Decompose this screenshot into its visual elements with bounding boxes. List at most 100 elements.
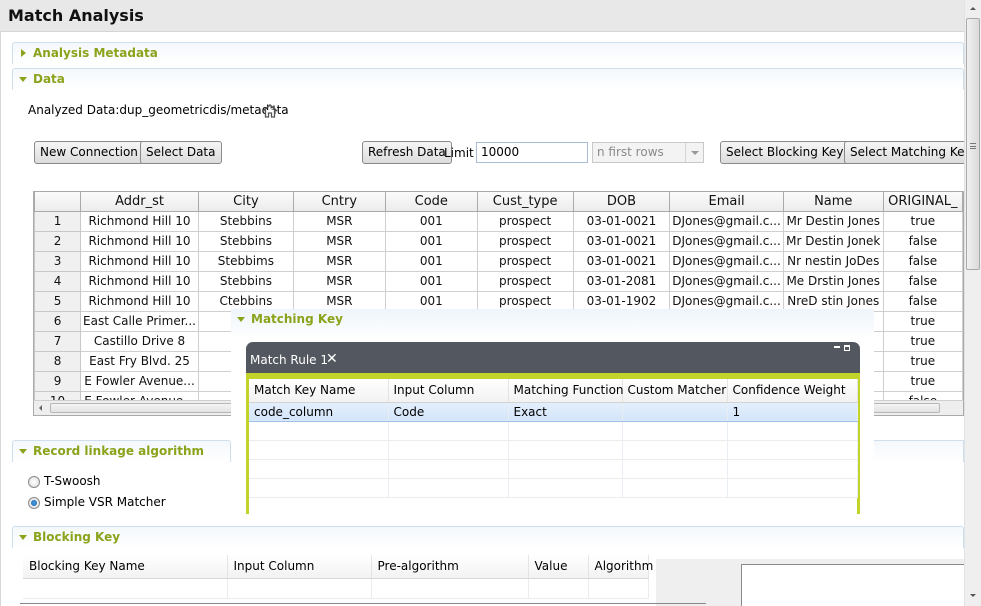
scrollbar-thumb[interactable] xyxy=(966,18,980,270)
expand-arrow-icon[interactable] xyxy=(21,49,26,57)
grid-cell[interactable]: Me Drstin Jones xyxy=(782,270,884,292)
collapse-arrow-icon[interactable] xyxy=(19,449,27,454)
grid-cell[interactable]: 03-01-1902 xyxy=(572,290,671,312)
grid-cell[interactable]: true xyxy=(882,370,963,392)
section-title[interactable]: Analysis Metadata xyxy=(33,46,158,60)
row-mode-select[interactable]: n first rows xyxy=(592,142,704,163)
refresh-data-button[interactable]: Refresh Data xyxy=(362,141,452,164)
collapse-arrow-icon[interactable] xyxy=(19,77,27,82)
section-title[interactable]: Matching Key xyxy=(251,312,343,326)
grid-cell[interactable]: E Fowler Avenue... xyxy=(80,370,199,392)
grid-cell[interactable]: 03-01-0021 xyxy=(572,250,671,272)
grid-cell[interactable]: DJones@gmail.c... xyxy=(669,270,784,292)
grid-cell[interactable]: Stebbims xyxy=(197,250,294,272)
grid-cell[interactable]: Stebbins xyxy=(197,230,294,252)
section-analysis-metadata[interactable]: Analysis Metadata xyxy=(12,42,964,64)
grid-cell[interactable]: East Calle Primer... xyxy=(80,310,199,332)
grid-cell[interactable]: prospect xyxy=(476,230,574,252)
section-title[interactable]: Blocking Key xyxy=(33,530,120,544)
input-column-cell[interactable]: Code xyxy=(388,401,509,422)
grid-cell[interactable]: 001 xyxy=(384,210,478,232)
blocking-key-text-area[interactable] xyxy=(741,564,964,606)
collapse-arrow-icon[interactable] xyxy=(19,535,27,540)
grid-cell[interactable]: true xyxy=(882,210,963,232)
column-header[interactable]: Code xyxy=(384,192,478,212)
column-header[interactable]: Addr_st xyxy=(80,192,199,212)
vertical-scrollbar[interactable] xyxy=(964,0,981,606)
grid-cell[interactable]: Castillo Drive 8 xyxy=(80,330,199,352)
row-number-cell[interactable]: 4 xyxy=(34,270,82,292)
match-key-table[interactable]: Match Key Name Input Column Matching Fun… xyxy=(246,379,860,514)
table-row[interactable]: code_column Code Exact 1 xyxy=(249,401,858,422)
column-header[interactable]: Confidence Weight xyxy=(727,379,858,403)
grid-cell[interactable]: MSR xyxy=(292,250,386,272)
grid-cell[interactable]: DJones@gmail.c... xyxy=(669,230,784,252)
row-number-cell[interactable]: 1 xyxy=(34,210,82,232)
grid-cell[interactable]: false xyxy=(882,250,963,272)
grid-cell[interactable]: false xyxy=(882,290,963,312)
maximize-icon[interactable] xyxy=(844,345,850,351)
column-header[interactable]: Custom Matcher xyxy=(622,379,728,403)
column-header[interactable]: Email xyxy=(669,192,784,212)
row-number-cell[interactable]: 7 xyxy=(34,330,82,352)
grid-cell[interactable]: true xyxy=(882,310,963,332)
column-header[interactable]: Input Column xyxy=(388,379,509,403)
grid-cell[interactable]: Ctebbins xyxy=(197,290,294,312)
collapse-arrow-icon[interactable] xyxy=(237,317,245,322)
row-number-cell[interactable]: 9 xyxy=(34,370,82,392)
section-title[interactable]: Data xyxy=(33,72,65,86)
table-row[interactable]: 5 Richmond Hill 10 Ctebbins MSR 001 prospect 0… xyxy=(34,290,963,312)
chevron-down-icon[interactable] xyxy=(685,143,703,162)
row-number-cell[interactable]: 3 xyxy=(34,250,82,272)
grid-cell[interactable]: 001 xyxy=(384,270,478,292)
grid-cell[interactable]: false xyxy=(882,230,963,252)
match-key-name-cell[interactable]: code_column xyxy=(249,401,389,422)
table-row[interactable]: 4 Richmond Hill 10 Stebbins MSR 001 prospect 0… xyxy=(34,270,963,292)
grid-cell[interactable]: 001 xyxy=(384,290,478,312)
grid-cell[interactable]: Richmond Hill 10 xyxy=(80,230,199,252)
grid-cell[interactable]: MSR xyxy=(292,230,386,252)
grid-cell[interactable]: prospect xyxy=(476,270,574,292)
grid-cell[interactable]: Richmond Hill 10 xyxy=(80,270,199,292)
column-header[interactable]: Cntry xyxy=(292,192,386,212)
grid-cell[interactable]: NreD stin Jones xyxy=(782,290,884,312)
grid-cell[interactable]: Stebbins xyxy=(197,210,294,232)
column-header[interactable]: DOB xyxy=(572,192,671,212)
column-header[interactable]: ORIGINAL_ xyxy=(882,192,963,212)
select-data-button[interactable]: Select Data xyxy=(140,141,222,164)
blocking-key-table[interactable]: Blocking Key Name Input Column Pre-algor… xyxy=(23,555,653,599)
select-matching-key-button[interactable]: Select Matching Key xyxy=(844,141,978,164)
column-header[interactable]: Input Column xyxy=(227,555,372,579)
grid-cell[interactable]: MSR xyxy=(292,290,386,312)
grid-cell[interactable]: 03-01-2081 xyxy=(572,270,671,292)
confidence-weight-cell[interactable]: 1 xyxy=(727,401,858,422)
grid-cell[interactable]: prospect xyxy=(476,290,574,312)
matching-function-cell[interactable]: Exact xyxy=(508,401,623,422)
column-header[interactable]: Matching Function xyxy=(508,379,624,403)
grid-cell[interactable]: Mr Destin Jonek xyxy=(782,230,884,252)
new-connection-button[interactable]: New Connection xyxy=(34,141,144,164)
grid-cell[interactable]: 03-01-0021 xyxy=(572,210,671,232)
column-header[interactable]: Algorithm xyxy=(588,555,653,579)
simple-vsr-matcher-label[interactable]: Simple VSR Matcher xyxy=(44,495,166,509)
grid-cell[interactable]: prospect xyxy=(476,210,574,232)
grid-cell[interactable]: Richmond Hill 10 xyxy=(80,290,199,312)
section-record-linkage[interactable]: Record linkage algorithm xyxy=(12,440,231,462)
simple-vsr-matcher-radio[interactable] xyxy=(28,497,40,509)
column-header[interactable]: Cust_type xyxy=(476,192,574,212)
scroll-up-icon[interactable] xyxy=(970,7,976,10)
section-data[interactable]: Data xyxy=(12,68,964,90)
tab-match-rule-1[interactable]: Match Rule 1 ✕ xyxy=(246,342,371,379)
grid-cell[interactable]: DJones@gmail.c... xyxy=(669,250,784,272)
column-header[interactable]: City xyxy=(197,192,294,212)
column-header[interactable]: Value xyxy=(528,555,589,579)
column-header[interactable] xyxy=(34,192,82,212)
grid-cell[interactable]: DJones@gmail.c... xyxy=(669,210,784,232)
scroll-left-icon[interactable] xyxy=(39,405,42,411)
grid-cell[interactable]: 001 xyxy=(384,230,478,252)
grid-cell[interactable]: true xyxy=(882,350,963,372)
scroll-down-icon[interactable] xyxy=(970,594,976,597)
grid-cell[interactable]: true xyxy=(882,330,963,352)
t-swoosh-label[interactable]: T-Swoosh xyxy=(44,474,101,488)
table-row[interactable]: 1 Richmond Hill 10 Stebbins MSR 001 prospect 0… xyxy=(34,210,963,232)
